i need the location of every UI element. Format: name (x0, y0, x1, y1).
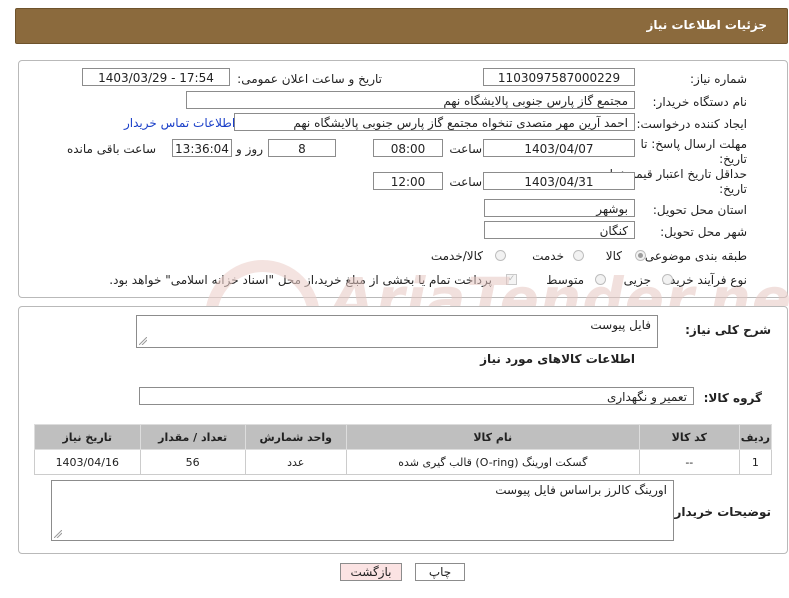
category-label: طبقه بندی موضوعی: (640, 249, 747, 263)
description-value: فایل پیوست (590, 318, 651, 332)
category-radio-goods[interactable] (635, 250, 646, 261)
item-quantity: 56 (139, 449, 246, 475)
deadline-label: مهلت ارسال پاسخ: تا تاریخ: (640, 137, 747, 166)
item-name: گسکت اورینگ (O-ring) قالب گیری شده (345, 449, 640, 475)
back-button[interactable]: بازگشت (340, 563, 402, 581)
goods-group-field[interactable]: تعمیر و نگهداری (139, 387, 694, 405)
process-radio-medium[interactable] (595, 274, 606, 285)
process-option-minor: جزیی (623, 273, 651, 287)
need-number-label: شماره نیاز: (690, 72, 747, 86)
item-unit: عدد (244, 449, 347, 475)
days-remaining-field[interactable]: 8 (268, 139, 336, 157)
buyer-contact-link[interactable]: اطلاعات تماس خریدار (124, 116, 235, 130)
goods-info-title: اطلاعات کالاهای مورد نیاز (480, 352, 635, 366)
buyer-notes-label: توضیحات خریدار: (669, 505, 771, 519)
col-qty-header: تعداد / مقدار (139, 424, 246, 450)
buyer-notes-value: اورینگ کالرز براساس فایل پیوست (495, 483, 667, 497)
row-number: 1 (738, 449, 773, 475)
city-field[interactable]: کنگان (484, 221, 635, 239)
remaining-time-label: ساعت باقی مانده (66, 142, 156, 156)
announce-date-field[interactable]: 1403/03/29 - 17:54 (82, 68, 230, 86)
buyer-org-label: نام دستگاه خریدار: (652, 95, 748, 109)
deadline-time-label: ساعت (449, 142, 482, 156)
goods-table-header: ردیف کد کالا نام کالا واحد شمارش تعداد /… (34, 424, 773, 450)
category-option-service: خدمت (532, 249, 564, 263)
treasury-payment-checkbox[interactable]: ✓ (506, 274, 517, 285)
goods-table: ردیف کد کالا نام کالا واحد شمارش تعداد /… (34, 424, 773, 475)
page-header: جزئیات اطلاعات نیاز (15, 8, 788, 44)
process-option-medium: متوسط (546, 273, 584, 287)
city-label: شهر محل تحویل: (660, 225, 747, 239)
page-title: جزئیات اطلاعات نیاز (646, 18, 767, 32)
need-number-field[interactable]: 1103097587000229 (483, 68, 635, 86)
remaining-time-field[interactable]: 13:36:04 (172, 139, 232, 157)
buyer-org-field[interactable]: مجتمع گاز پارس جنوبی پالایشگاه نهم (186, 91, 635, 109)
process-radio-minor[interactable] (662, 274, 673, 285)
province-label: استان محل تحویل: (652, 203, 747, 217)
validity-time-label: ساعت (449, 175, 482, 189)
col-name-header: نام کالا (345, 424, 640, 450)
item-need-date: 1403/04/16 (34, 449, 141, 475)
process-label: نوع فرآیند خرید : (662, 273, 747, 287)
deadline-date-field[interactable]: 1403/04/07 (483, 139, 635, 157)
category-radio-service[interactable] (573, 250, 584, 261)
col-unit-header: واحد شمارش (244, 424, 347, 450)
creator-field[interactable]: احمد آرین مهر متصدی تنخواه مجتمع گاز پار… (234, 113, 635, 131)
validity-time-field[interactable]: 12:00 (373, 172, 443, 190)
print-button[interactable]: چاپ (415, 563, 465, 581)
table-row[interactable]: 1 -- گسکت اورینگ (O-ring) قالب گیری شده … (34, 449, 773, 475)
col-code-header: کد کالا (638, 424, 740, 450)
description-field[interactable]: فایل پیوست (136, 315, 658, 348)
col-date-header: تاریخ نیاز (34, 424, 141, 450)
announce-date-label: تاریخ و ساعت اعلان عمومی: (237, 72, 382, 86)
validity-date-field[interactable]: 1403/04/31 (483, 172, 635, 190)
province-field[interactable]: بوشهر (484, 199, 635, 217)
creator-label: ایجاد کننده درخواست: (636, 117, 747, 131)
resize-grip-icon (139, 337, 147, 345)
item-code: -- (638, 449, 740, 475)
col-row-header: ردیف (738, 424, 773, 450)
days-label: روز و (236, 142, 263, 156)
deadline-time-field[interactable]: 08:00 (373, 139, 443, 157)
buyer-notes-field[interactable]: اورینگ کالرز براساس فایل پیوست (51, 480, 674, 541)
category-radio-goods-service[interactable] (495, 250, 506, 261)
category-option-goods-service: کالا/خدمت (430, 249, 483, 263)
category-option-goods: کالا (605, 249, 622, 263)
goods-group-label: گروه کالا: (703, 391, 762, 405)
resize-grip-icon (54, 530, 62, 538)
description-label: شرح کلی نیاز: (685, 323, 771, 337)
